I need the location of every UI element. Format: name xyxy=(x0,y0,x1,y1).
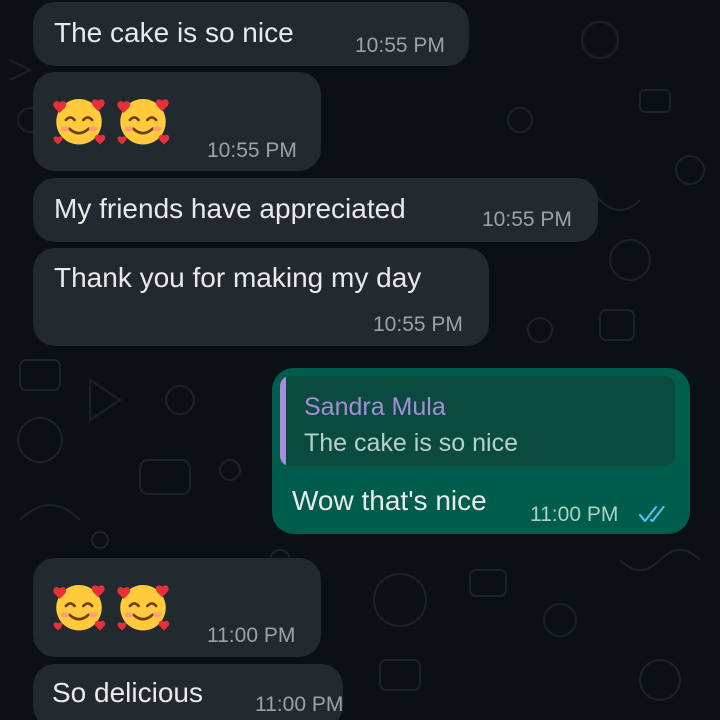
message-time: 10:55 PM xyxy=(373,313,463,336)
smiling-face-with-hearts-icon xyxy=(53,585,106,631)
message-bubble[interactable]: The cake is so nice 10:55 PM xyxy=(33,2,469,66)
emoji-message-bubble[interactable]: 10:55 PM xyxy=(33,72,321,171)
smiling-face-with-hearts-icon xyxy=(117,99,170,145)
message-text: So delicious xyxy=(52,677,203,708)
read-receipt-icon xyxy=(638,505,665,523)
quote-bar xyxy=(280,376,286,466)
chat-area[interactable]: The cake is so nice 10:55 PM 10:55 PM My… xyxy=(0,0,720,720)
message-text: Wow that's nice xyxy=(292,485,487,516)
emoji-message-bubble[interactable]: 11:00 PM xyxy=(33,558,321,657)
message-time: 11:00 PM xyxy=(255,693,344,716)
message-text: The cake is so nice xyxy=(54,17,294,48)
message-bubble[interactable]: My friends have appreciated 10:55 PM xyxy=(33,178,598,242)
message-text: Thank you for making my day xyxy=(54,262,422,293)
message-bubble[interactable]: So delicious 11:00 PM xyxy=(33,664,343,720)
message-time: 11:00 PM xyxy=(530,503,619,526)
message-text: My friends have appreciated xyxy=(54,193,406,224)
smiling-face-with-hearts-icon xyxy=(117,585,170,631)
message-time: 11:00 PM xyxy=(207,624,296,647)
message-time: 10:55 PM xyxy=(207,139,297,162)
message-time: 10:55 PM xyxy=(355,34,445,57)
quoted-author: Sandra Mula xyxy=(304,393,446,421)
quoted-text: The cake is so nice xyxy=(304,429,518,457)
smiling-face-with-hearts-icon xyxy=(53,99,106,145)
quoted-message[interactable]: Sandra Mula The cake is so nice xyxy=(280,376,675,466)
message-bubble[interactable]: Thank you for making my day 10:55 PM xyxy=(33,248,489,346)
reply-message-bubble[interactable]: Sandra Mula The cake is so nice Wow that… xyxy=(272,368,690,534)
message-time: 10:55 PM xyxy=(482,208,572,231)
